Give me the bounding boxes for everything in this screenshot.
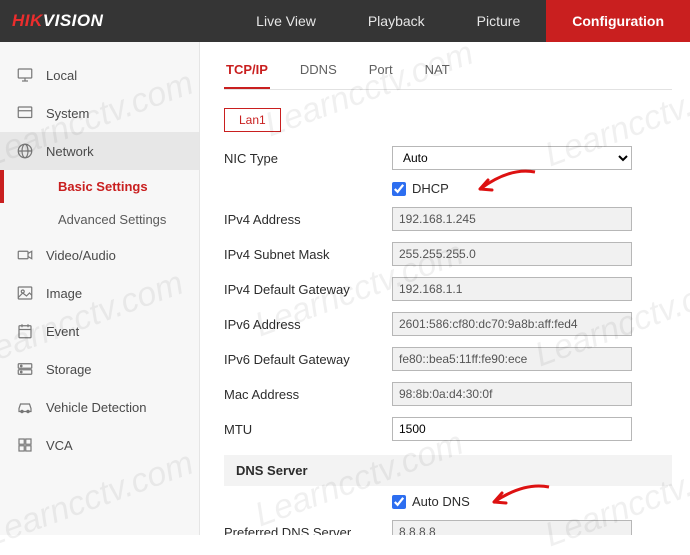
tab-tcpip[interactable]: TCP/IP [224,56,270,89]
lan1-chip[interactable]: Lan1 [224,108,281,132]
sidebar-item-vca[interactable]: VCA [0,426,199,464]
storage-icon [16,360,34,378]
input-ipv6-address[interactable] [392,312,632,336]
checkbox-dhcp[interactable] [392,182,406,196]
nav-configuration[interactable]: Configuration [546,0,690,42]
input-ipv6-gateway[interactable] [392,347,632,371]
input-mac-address[interactable] [392,382,632,406]
monitor-icon [16,66,34,84]
dns-server-heading: DNS Server [224,455,672,486]
checkbox-auto-dns[interactable] [392,495,406,509]
main: Local System Network Basic Settings Adva… [0,42,690,535]
label-nic-type: NIC Type [224,151,392,166]
input-ipv4-gateway[interactable] [392,277,632,301]
label-ipv4-gateway: IPv4 Default Gateway [224,282,392,297]
sidebar-label-local: Local [46,68,77,83]
label-preferred-dns: Preferred DNS Server [224,525,392,536]
annotation-arrow-icon [470,167,540,207]
dns-form: Auto DNS Preferred DNS Server Alternate … [224,494,672,535]
label-dhcp: DHCP [412,181,449,196]
sidebar-label-vehicle: Vehicle Detection [46,400,146,415]
input-ipv4-address[interactable] [392,207,632,231]
nav-picture[interactable]: Picture [451,0,547,42]
sidebar-label-event: Event [46,324,79,339]
tab-nat[interactable]: NAT [423,56,452,89]
top-nav: Live View Playback Picture Configuration [230,0,690,42]
car-icon [16,398,34,416]
annotation-arrow-icon [484,482,554,520]
sidebar-item-local[interactable]: Local [0,56,199,94]
lan-row: Lan1 [224,108,672,132]
system-icon [16,104,34,122]
brand-part2: VISION [43,11,104,30]
label-ipv4-subnet-mask: IPv4 Subnet Mask [224,247,392,262]
sidebar-item-video-audio[interactable]: Video/Audio [0,236,199,274]
sidebar-item-image[interactable]: Image [0,274,199,312]
label-ipv4-address: IPv4 Address [224,212,392,227]
sidebar-sub-advanced-settings[interactable]: Advanced Settings [0,203,199,236]
label-ipv6-gateway: IPv6 Default Gateway [224,352,392,367]
brand-logo: HIKVISION [0,0,121,42]
sidebar-label-system: System [46,106,89,121]
camera-icon [16,246,34,264]
globe-icon [16,142,34,160]
label-ipv6-address: IPv6 Address [224,317,392,332]
nav-playback[interactable]: Playback [342,0,451,42]
image-icon [16,284,34,302]
content: TCP/IP DDNS Port NAT Lan1 NIC Type Auto … [200,42,690,535]
sidebar-label-vca: VCA [46,438,73,453]
tabs: TCP/IP DDNS Port NAT [224,56,672,90]
sidebar-label-video: Video/Audio [46,248,116,263]
input-preferred-dns[interactable] [392,520,632,535]
brand-part1: HIK [12,11,43,30]
sidebar-item-storage[interactable]: Storage [0,350,199,388]
input-ipv4-subnet-mask[interactable] [392,242,632,266]
sidebar-item-network[interactable]: Network [0,132,199,170]
sidebar-label-storage: Storage [46,362,92,377]
nav-live-view[interactable]: Live View [230,0,342,42]
top-bar: HIKVISION Live View Playback Picture Con… [0,0,690,42]
sidebar-label-network: Network [46,144,94,159]
input-mtu[interactable] [392,417,632,441]
vca-icon [16,436,34,454]
tab-ddns[interactable]: DDNS [298,56,339,89]
sidebar-item-system[interactable]: System [0,94,199,132]
sidebar-sub-basic-settings[interactable]: Basic Settings [0,170,199,203]
select-nic-type[interactable]: Auto [392,146,632,170]
tab-port[interactable]: Port [367,56,395,89]
label-auto-dns: Auto DNS [412,494,470,509]
label-mtu: MTU [224,422,392,437]
sidebar: Local System Network Basic Settings Adva… [0,42,200,535]
sidebar-item-vehicle-detection[interactable]: Vehicle Detection [0,388,199,426]
sidebar-item-event[interactable]: Event [0,312,199,350]
network-form: NIC Type Auto DHCP IPv4 Address IPv4 Sub… [224,146,672,441]
label-mac-address: Mac Address [224,387,392,402]
sidebar-label-image: Image [46,286,82,301]
event-icon [16,322,34,340]
